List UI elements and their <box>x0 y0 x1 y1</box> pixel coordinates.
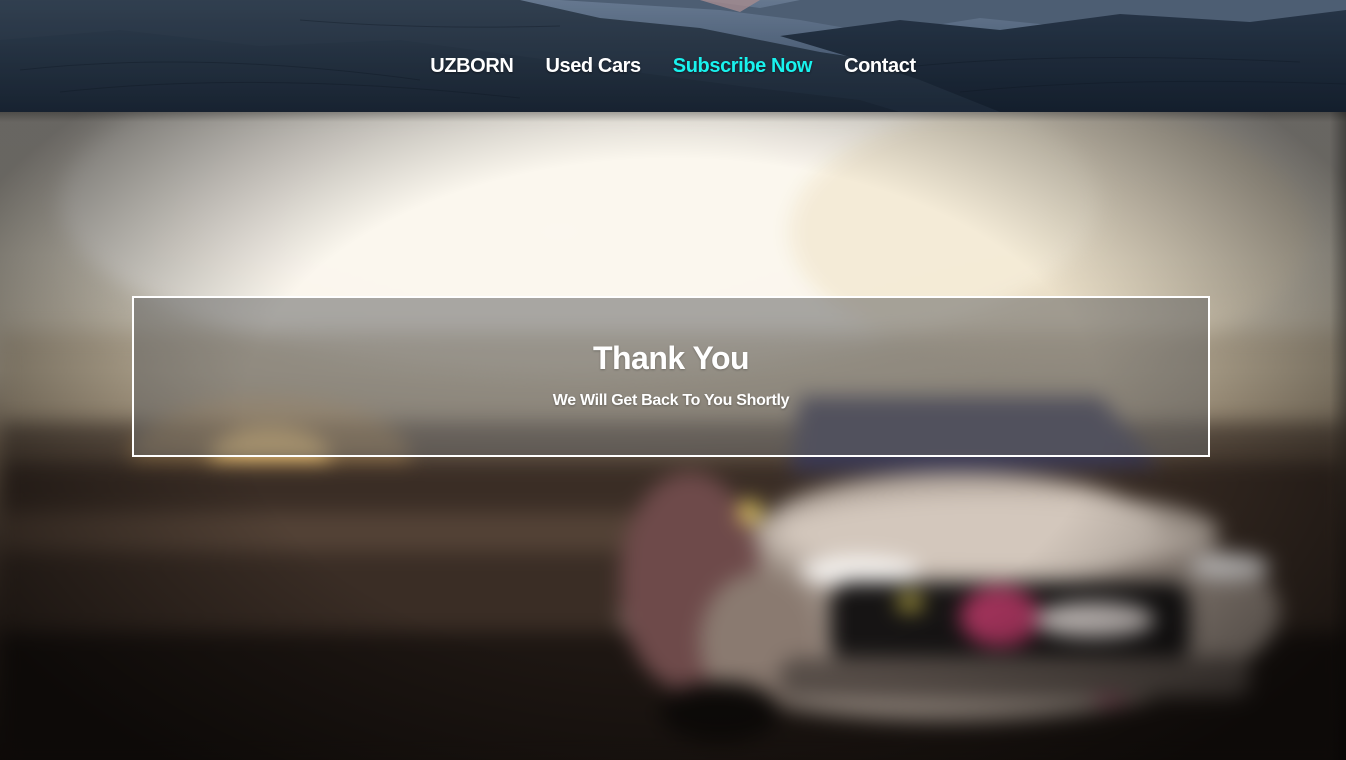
thank-you-panel: Thank You We Will Get Back To You Shortl… <box>132 296 1210 457</box>
nav-link-uzborn[interactable]: UZBORN <box>430 52 514 80</box>
site-header: UZBORN Used Cars Subscribe Now Contact <box>0 0 1346 112</box>
hero-right-shade <box>1330 112 1346 760</box>
thank-you-message: We Will Get Back To You Shortly <box>552 392 790 409</box>
page: UZBORN Used Cars Subscribe Now Contact T… <box>0 0 1346 760</box>
nav-link-contact[interactable]: Contact <box>844 52 916 80</box>
thank-you-title: Thank You <box>592 340 750 376</box>
nav-link-subscribe-now[interactable]: Subscribe Now <box>673 52 813 80</box>
main-nav: UZBORN Used Cars Subscribe Now Contact <box>0 52 1346 80</box>
nav-link-used-cars[interactable]: Used Cars <box>545 52 641 80</box>
hero-top-shade <box>0 112 1346 122</box>
